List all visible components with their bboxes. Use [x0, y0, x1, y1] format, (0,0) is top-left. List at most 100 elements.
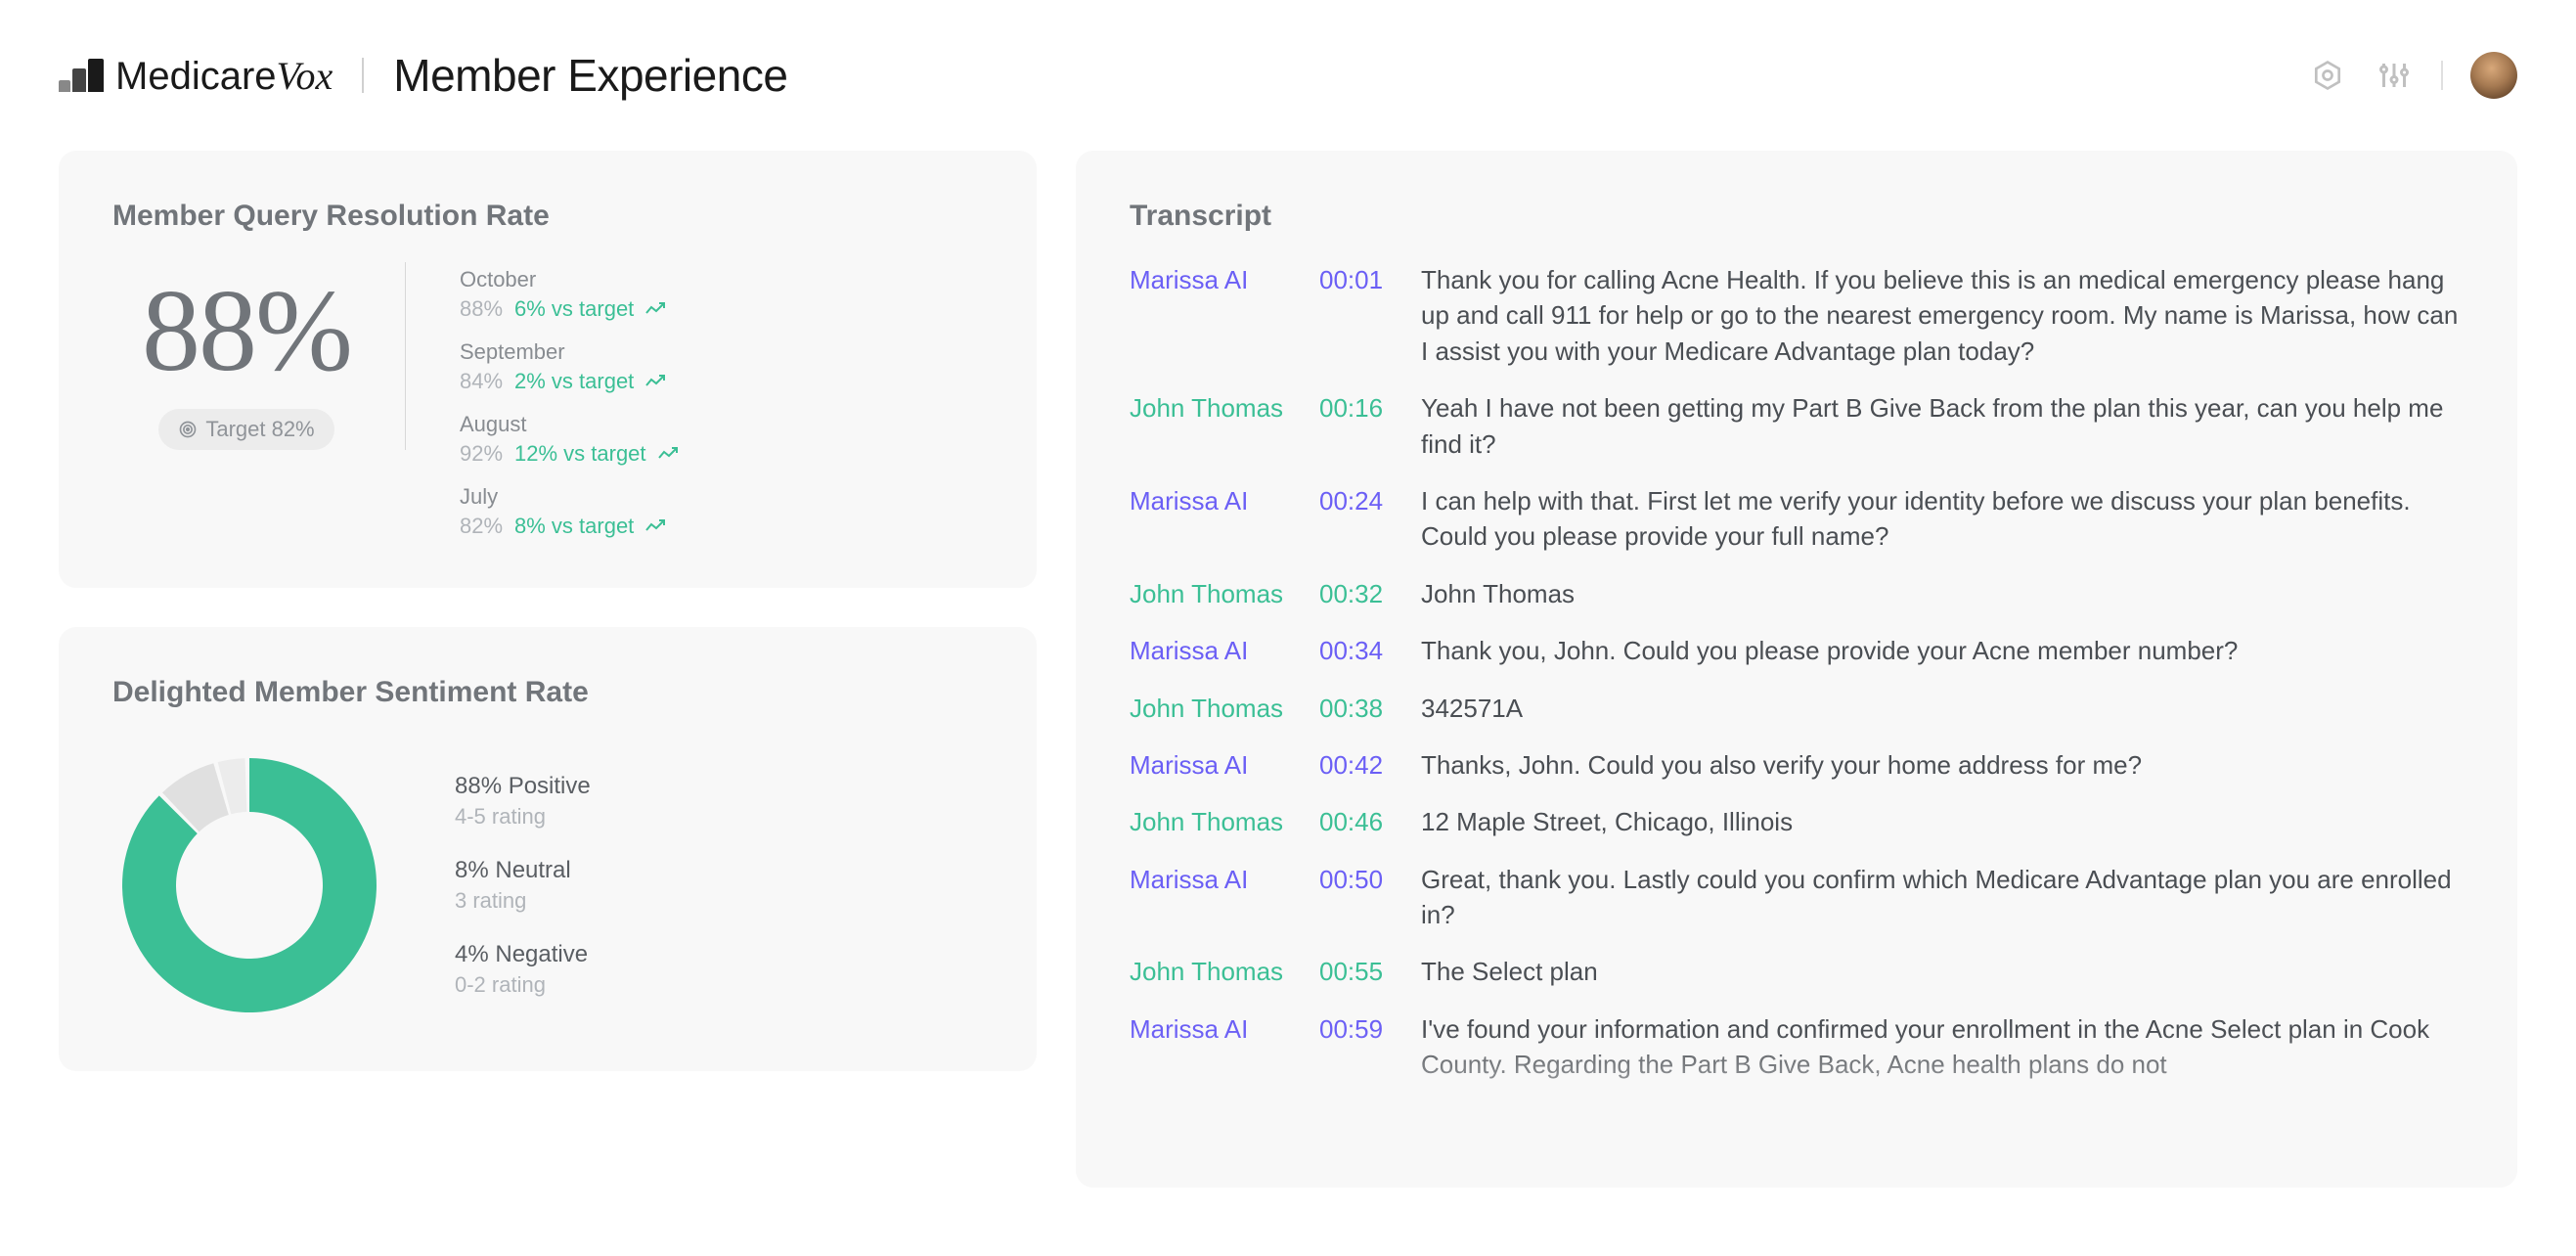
transcript-timestamp: 00:01 [1319, 262, 1398, 369]
transcript-timestamp: 00:46 [1319, 804, 1398, 839]
transcript-message: I've found your information and confirme… [1421, 1011, 2464, 1083]
transcript-row: Marissa AI 00:50 Great, thank you. Lastly … [1130, 862, 2464, 933]
transcript-timestamp: 00:38 [1319, 691, 1398, 726]
transcript-message: Thank you, John. Could you please provid… [1421, 633, 2464, 668]
target-pill: Target 82% [158, 409, 333, 450]
avatar[interactable] [2470, 52, 2517, 99]
sentiment-card: Delighted Member Sentiment Rate 88% Posi… [59, 627, 1037, 1071]
month-pct: 88% [460, 296, 503, 322]
month-pct: 84% [460, 369, 503, 394]
month-values: 84% 2% vs target [460, 369, 678, 394]
transcript-speaker: John Thomas [1130, 691, 1296, 726]
legend-label: 88% Positive [455, 773, 591, 800]
transcript-speaker: Marissa AI [1130, 1011, 1296, 1083]
month-delta: 2% vs target [514, 369, 634, 394]
trend-up-icon [658, 441, 678, 467]
left-column: Member Query Resolution Rate 88% Target … [59, 151, 1037, 1188]
trend-up-icon [645, 514, 665, 539]
month-row: October 88% 6% vs target [460, 267, 678, 322]
transcript-message: 342571A [1421, 691, 2464, 726]
transcript-speaker: Marissa AI [1130, 262, 1296, 369]
resolution-value: 88% [142, 272, 351, 389]
transcript-message: Great, thank you. Lastly could you confi… [1421, 862, 2464, 933]
transcript-card: Transcript Marissa AI 00:01 Thank you for … [1076, 151, 2517, 1188]
month-name: October [460, 267, 678, 292]
transcript-row: Marissa AI 00:59 I've found your informati… [1130, 1011, 2464, 1083]
transcript-speaker: Marissa AI [1130, 633, 1296, 668]
header: MedicareVox Member Experience [0, 0, 2576, 131]
transcript-timestamp: 00:16 [1319, 390, 1398, 462]
resolution-body: 88% Target 82% October 88% 6% vs target [112, 262, 983, 539]
month-pct: 92% [460, 441, 503, 467]
transcript-title: Transcript [1130, 200, 2464, 233]
transcript-speaker: John Thomas [1130, 576, 1296, 611]
transcript-list: Marissa AI 00:01 Thank you for calling Acn… [1130, 262, 2464, 1083]
transcript-timestamp: 00:42 [1319, 747, 1398, 783]
transcript-speaker: John Thomas [1130, 390, 1296, 462]
legend-sub: 4-5 rating [455, 804, 591, 830]
transcript-timestamp: 00:24 [1319, 483, 1398, 555]
legend-label: 8% Neutral [455, 857, 591, 884]
big-metric-wrap: 88% Target 82% [112, 262, 406, 450]
sentiment-donut-chart [112, 748, 386, 1022]
header-left: MedicareVox Member Experience [59, 49, 787, 102]
transcript-message: The Select plan [1421, 954, 2464, 989]
logo-mountain-icon [59, 59, 104, 92]
month-name: July [460, 484, 678, 510]
brand-name: MedicareVox [115, 53, 333, 99]
sentiment-title: Delighted Member Sentiment Rate [112, 676, 983, 709]
month-values: 92% 12% vs target [460, 441, 678, 467]
transcript-timestamp: 00:50 [1319, 862, 1398, 933]
month-values: 88% 6% vs target [460, 296, 678, 322]
brand-logo[interactable]: MedicareVox [59, 53, 333, 99]
month-name: September [460, 339, 678, 365]
month-name: August [460, 412, 678, 437]
legend-sub: 3 rating [455, 888, 591, 914]
months-list: October 88% 6% vs target September 84% [460, 262, 678, 539]
transcript-timestamp: 00:55 [1319, 954, 1398, 989]
transcript-speaker: Marissa AI [1130, 862, 1296, 933]
transcript-row: John Thomas 00:55 The Select plan [1130, 954, 2464, 989]
month-delta: 12% vs target [514, 441, 646, 467]
page-title: Member Experience [393, 49, 787, 102]
transcript-message: Thanks, John. Could you also verify your… [1421, 747, 2464, 783]
transcript-speaker: Marissa AI [1130, 747, 1296, 783]
trend-up-icon [645, 296, 665, 322]
transcript-message: Yeah I have not been getting my Part B G… [1421, 390, 2464, 462]
transcript-row: John Thomas 00:38 342571A [1130, 691, 2464, 726]
transcript-row: John Thomas00:4612 Maple Street, Chicago… [1130, 804, 2464, 839]
month-row: August 92% 12% vs target [460, 412, 678, 467]
sliders-icon[interactable] [2375, 56, 2414, 95]
header-divider [362, 58, 364, 93]
resolution-title: Member Query Resolution Rate [112, 200, 983, 233]
transcript-speaker: John Thomas [1130, 954, 1296, 989]
legend-sub: 0-2 rating [455, 972, 591, 998]
legend-item-neutral: 8% Neutral 3 rating [455, 857, 591, 914]
header-divider-2 [2441, 61, 2443, 90]
transcript-speaker: John Thomas [1130, 804, 1296, 839]
transcript-row: Marissa AI 00:01 Thank you for calling Acn… [1130, 262, 2464, 369]
month-row: July 82% 8% vs target [460, 484, 678, 539]
month-row: September 84% 2% vs target [460, 339, 678, 394]
transcript-row: Marissa AI 00:34 Thank you, John. Could yo… [1130, 633, 2464, 668]
transcript-message: Thank you for calling Acne Health. If yo… [1421, 262, 2464, 369]
transcript-row: John Thomas00:32John Thomas [1130, 576, 2464, 611]
transcript-timestamp: 00:34 [1319, 633, 1398, 668]
month-values: 82% 8% vs target [460, 514, 678, 539]
target-icon[interactable] [2308, 56, 2347, 95]
legend-item-negative: 4% Negative 0-2 rating [455, 941, 591, 998]
transcript-timestamp: 00:59 [1319, 1011, 1398, 1083]
transcript-message: I can help with that. First let me verif… [1421, 483, 2464, 555]
target-circle-icon [178, 420, 198, 439]
resolution-card: Member Query Resolution Rate 88% Target … [59, 151, 1037, 588]
trend-up-icon [645, 369, 665, 394]
transcript-timestamp: 00:32 [1319, 576, 1398, 611]
header-right [2308, 52, 2517, 99]
content: Member Query Resolution Rate 88% Target … [0, 131, 2576, 1207]
legend-label: 4% Negative [455, 941, 591, 968]
sentiment-body: 88% Positive 4-5 rating 8% Neutral 3 rat… [112, 739, 983, 1022]
transcript-speaker: Marissa AI [1130, 483, 1296, 555]
transcript-row: Marissa AI 00:42 Thanks, John. Could you a… [1130, 747, 2464, 783]
month-delta: 6% vs target [514, 296, 634, 322]
transcript-row: John Thomas 00:16 Yeah I have not been get… [1130, 390, 2464, 462]
